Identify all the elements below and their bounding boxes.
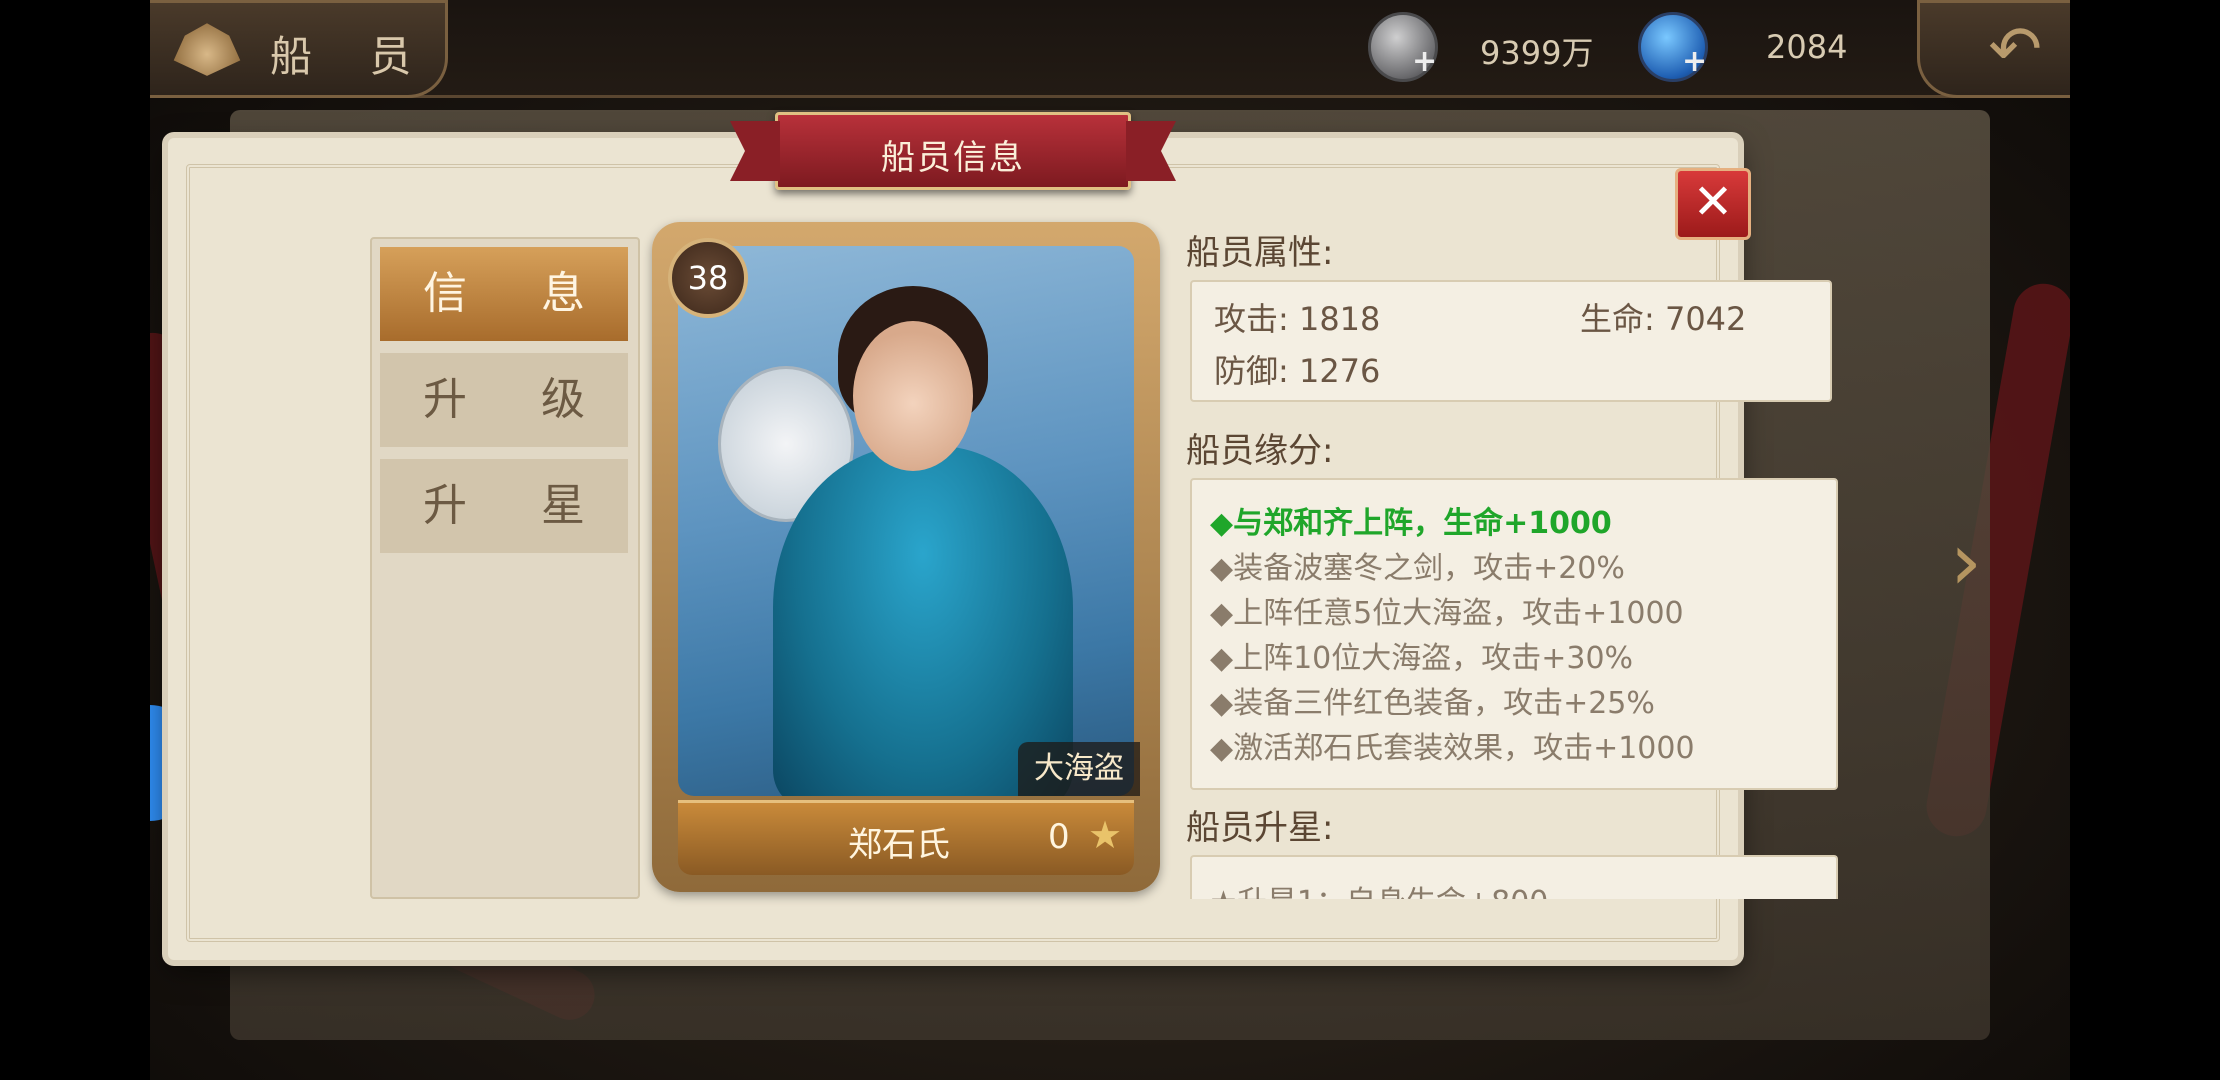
crew-name: 郑石氏 (848, 825, 950, 865)
back-button[interactable]: ↶ (1917, 0, 2070, 98)
bond-item: ◆与郑和齐上阵，生命+1000 (1210, 506, 1612, 541)
star-up-title: 船员升星: (1186, 808, 1334, 848)
hp-value: 生命: 7042 (1580, 300, 1747, 338)
dialog-header-ribbon: 船员信息 (775, 112, 1131, 190)
tab-info[interactable]: 信 息 (380, 247, 628, 341)
star-up-box[interactable]: ★升星1：自身生命+800 (1190, 855, 1838, 899)
star-count: 0 (1048, 817, 1070, 857)
bonds-box: ◆与郑和齐上阵，生命+1000 ◆装备波塞冬之剑，攻击+20% ◆上阵任意5位大… (1190, 478, 1838, 790)
back-arrow-icon: ↶ (1988, 13, 2042, 87)
close-button[interactable]: ✕ (1675, 168, 1751, 240)
attack-value: 攻击: 1818 (1214, 300, 1381, 338)
top-bar: 船 员 + 9399万 + 2084 ↶ (150, 0, 2070, 98)
star-icon: ★ (1088, 813, 1123, 857)
attributes-box: 攻击: 1818 生命: 7042 防御: 1276 (1190, 280, 1832, 402)
title-plate: 船 员 (150, 0, 448, 98)
bond-item: ◆上阵任意5位大海盗，攻击+1000 (1210, 596, 1684, 631)
bond-item: ◆激活郑石氏套装效果，攻击+1000 (1210, 731, 1695, 766)
tab-panel: 信 息 升 级 升 星 (370, 237, 640, 899)
next-arrow-icon[interactable]: › (1950, 515, 1982, 608)
crew-portrait (678, 246, 1134, 796)
level-badge: 38 (668, 238, 748, 318)
dialog-title: 船员信息 (881, 138, 1025, 178)
bonds-title: 船员缘分: (1186, 431, 1334, 471)
page-title: 船 员 (270, 32, 434, 81)
star-up-item: ★升星1：自身生命+800 (1210, 877, 1548, 899)
attributes-title: 船员属性: (1186, 233, 1334, 273)
add-gems-icon[interactable]: + (1682, 44, 1707, 79)
tab-level-up[interactable]: 升 级 (380, 353, 628, 447)
pirate-hat-icon (173, 23, 241, 76)
character-face-illustration (853, 321, 973, 471)
bond-item: ◆装备三件红色装备，攻击+25% (1210, 686, 1655, 721)
gem-amount: 2084 (1766, 28, 1848, 66)
close-icon: ✕ (1692, 174, 1734, 230)
coin-amount: 9399万 (1480, 34, 1594, 72)
bond-item: ◆装备波塞冬之剑，攻击+20% (1210, 551, 1625, 586)
defense-value: 防御: 1276 (1214, 352, 1381, 390)
crew-name-plate: 郑石氏 0 ★ (678, 800, 1134, 875)
bond-item: ◆上阵10位大海盗，攻击+30% (1210, 641, 1634, 676)
add-coins-icon[interactable]: + (1412, 44, 1437, 79)
crew-type-label: 大海盗 (1018, 742, 1140, 796)
tab-star-up[interactable]: 升 星 (380, 459, 628, 553)
